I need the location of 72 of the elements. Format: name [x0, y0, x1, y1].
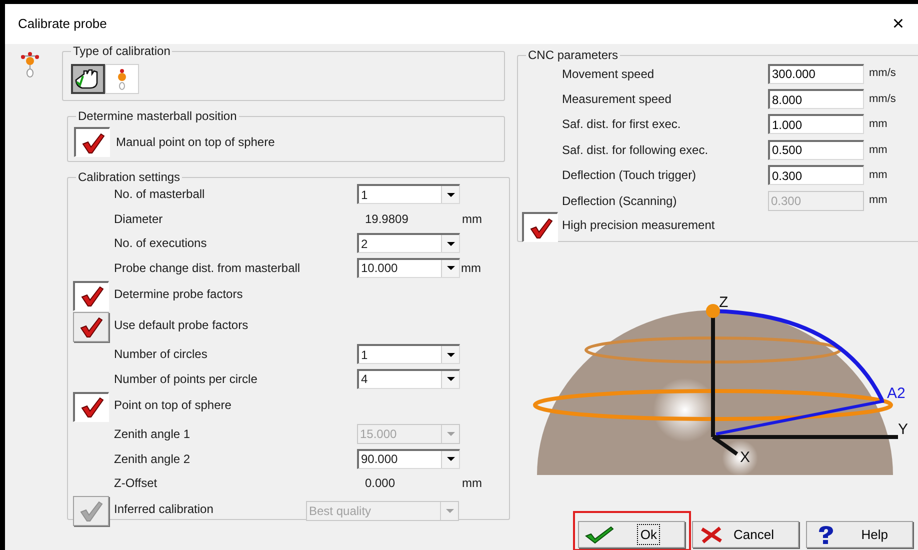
dropdown[interactable]: 90.000 [357, 448, 460, 469]
probe-icon [116, 68, 128, 90]
input-field[interactable]: 1.000 [768, 114, 864, 134]
checkmark-icon [80, 132, 104, 154]
setting-label: Probe change dist. from masterball [114, 260, 302, 277]
unit-label: mm [869, 142, 888, 158]
toggle-button[interactable] [73, 280, 109, 310]
checkmark-icon [80, 396, 104, 418]
toggle-label: High precision measurement [562, 217, 715, 234]
input-field[interactable]: 0.300 [768, 165, 864, 186]
dialog-button[interactable]: Help [806, 521, 913, 548]
setting-label: Number of points per circle [114, 370, 258, 388]
unit-label: mm [462, 475, 482, 492]
unit-label: mm [869, 193, 888, 208]
setting-value: 19.9809 [364, 210, 410, 228]
setting-label: No. of executions [114, 235, 208, 252]
unit-label: mm [869, 168, 888, 183]
angle-label: A2 [887, 385, 906, 402]
setting-label: Number of circles [114, 346, 208, 364]
toggle-label: Manual point on top of sphere [116, 134, 275, 151]
setting-label: Diameter [114, 210, 164, 228]
parameter-label: Saf. dist. for first exec. [562, 116, 682, 134]
group-title: CNC parameters [526, 48, 620, 62]
axis-label: X [740, 449, 750, 466]
setting-label: Determine probe factors [114, 286, 244, 302]
parameter-label: Deflection (Scanning) [562, 192, 678, 210]
window-title: Calibrate probe [18, 15, 107, 34]
calibration-type-button[interactable] [71, 64, 105, 94]
parameter-label: Measurement speed [562, 91, 672, 108]
setting-label: Inferred calibration [114, 501, 214, 518]
dropdown[interactable]: 4 [357, 368, 460, 389]
setting-label: Zenith angle 1 [114, 426, 192, 444]
toggle-button[interactable] [74, 127, 110, 157]
group-title: Type of calibration [71, 44, 172, 58]
setting-label: Z-Offset [114, 475, 158, 492]
group-title: Determine masterball position [76, 109, 239, 123]
setting-label: Point on top of sphere [114, 396, 232, 414]
checkmark-icon [80, 285, 104, 307]
unit-label: mm [869, 117, 888, 132]
unit-label: mm/s [869, 92, 896, 107]
group-title: Calibration settings [76, 170, 182, 184]
checkmark-icon [585, 526, 615, 544]
parameter-label: Deflection (Touch trigger) [562, 167, 698, 184]
probe-icon [19, 50, 41, 78]
toggle-button[interactable] [522, 212, 558, 242]
dialog-button[interactable]: Ok [578, 521, 685, 548]
toggle-button[interactable] [73, 392, 109, 422]
setting-label: No. of masterball [114, 186, 206, 204]
dropdown[interactable]: 1 [357, 184, 460, 204]
checkmark-icon [79, 500, 103, 522]
checkmark-icon [79, 316, 103, 338]
unit-label: mm [461, 260, 481, 277]
setting-label: Use default probe factors [114, 316, 250, 334]
dropdown[interactable]: 1 [357, 344, 460, 364]
parameter-label: Saf. dist. for following exec. [562, 142, 710, 159]
setting-value: 0.000 [364, 475, 396, 492]
dropdown[interactable]: 10.000 [357, 258, 460, 278]
axis-label: Y [898, 421, 908, 438]
checkmark-icon [528, 216, 552, 238]
dropdown[interactable]: 2 [357, 233, 460, 254]
input-field[interactable]: 300.000 [768, 64, 864, 84]
input-field[interactable]: 8.000 [768, 89, 864, 110]
input-field[interactable]: 0.500 [768, 140, 864, 160]
close-button[interactable]: × [888, 14, 908, 34]
unit-label: mm/s [869, 66, 896, 82]
axis-label: Z [719, 294, 728, 311]
cross-icon [699, 526, 725, 544]
unit-label: mm [462, 210, 482, 228]
dialog-button[interactable]: Cancel [692, 521, 799, 548]
toggle-button[interactable] [73, 312, 109, 342]
parameter-label: Movement speed [562, 66, 656, 83]
setting-label: Zenith angle 2 [114, 450, 192, 468]
